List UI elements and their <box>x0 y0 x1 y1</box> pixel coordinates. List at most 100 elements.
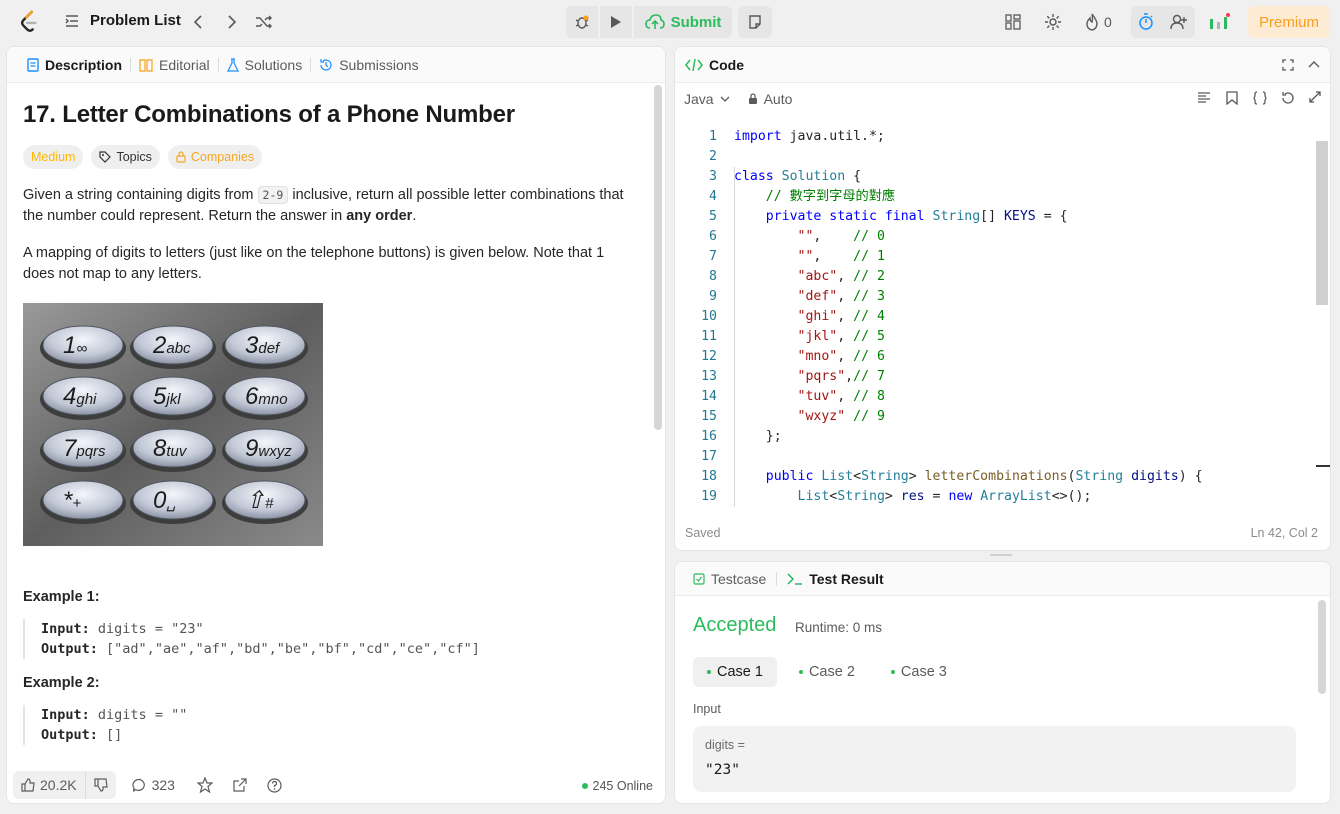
line-number: 5 <box>709 209 717 224</box>
keypad-key: 9wxyz <box>222 428 308 472</box>
maximize-icon[interactable] <box>1282 59 1294 71</box>
code-scrollbar[interactable] <box>1316 141 1328 305</box>
line-number: 17 <box>701 449 717 464</box>
difficulty-badge[interactable]: Medium <box>23 145 84 169</box>
code-editor[interactable]: 1 import java.util.*; 2 3 class Solution {4 … <box>675 121 1315 507</box>
leetcode-logo[interactable] <box>18 10 40 34</box>
tab-testcase[interactable]: Testcase <box>687 562 772 597</box>
prev-problem-button[interactable] <box>188 12 208 32</box>
bookmark-icon[interactable] <box>1226 91 1238 105</box>
keypad-letters: abc <box>166 340 191 357</box>
share-button[interactable] <box>233 778 247 792</box>
like-count: 20.2K <box>40 777 77 793</box>
collapse-icon[interactable] <box>1308 59 1320 71</box>
help-button[interactable] <box>267 777 282 793</box>
code-line: "", // 1 <box>797 249 885 264</box>
random-problem-button[interactable] <box>254 12 274 32</box>
settings-button[interactable] <box>1041 10 1065 34</box>
code-line: }; <box>734 429 782 444</box>
format-icon[interactable] <box>1197 91 1211 105</box>
tab-solutions[interactable]: Solutions <box>219 47 311 83</box>
tab-solutions-label: Solutions <box>244 56 303 73</box>
line-number: 14 <box>701 389 717 404</box>
tab-submissions[interactable]: Submissions <box>311 47 426 83</box>
online-indicator: 245 Online <box>581 779 653 793</box>
description-scrollbar[interactable] <box>654 85 662 430</box>
case-tab-1[interactable]: Case 1 <box>693 657 777 687</box>
line-number: 13 <box>701 369 717 384</box>
test-tabs: Testcase Test Result <box>675 562 1330 596</box>
tab-testcase-label: Testcase <box>711 570 767 587</box>
debug-button[interactable] <box>566 6 598 38</box>
like-button[interactable]: 20.2K <box>13 771 85 799</box>
auto-label: Auto <box>763 91 793 107</box>
fire-icon <box>1086 13 1098 31</box>
expand-icon[interactable] <box>1309 91 1321 103</box>
lock-icon <box>748 93 757 104</box>
dislike-button[interactable] <box>84 771 116 799</box>
keypad-digit: 0 <box>153 487 167 514</box>
code-line: "wxyz" // 9 <box>797 409 885 424</box>
notes-button[interactable] <box>738 6 772 38</box>
external-link-icon <box>233 778 247 792</box>
result-status: Accepted <box>693 614 777 636</box>
topics-label: Topics <box>116 150 152 164</box>
keypad-letters: ghi <box>76 391 97 408</box>
vote-group: 20.2K <box>13 771 116 799</box>
code-line: "ghi", // 4 <box>797 309 885 324</box>
line-number: 6 <box>709 229 717 244</box>
companies-chip[interactable]: Companies <box>167 145 263 169</box>
tab-test-result-label: Test Result <box>809 570 884 587</box>
saved-status: Saved <box>685 526 721 540</box>
tab-description[interactable]: Description <box>19 47 130 83</box>
case-tab-2[interactable]: Case 2 <box>785 657 869 687</box>
cursor-position: Ln 42, Col 2 <box>1250 526 1318 540</box>
invite-button[interactable] <box>1167 10 1191 34</box>
runtime-text: Runtime: 0 ms <box>795 620 883 635</box>
line-number: 10 <box>701 309 717 324</box>
tag-icon <box>99 151 112 163</box>
online-count: 245 Online <box>592 779 653 793</box>
test-scrollbar[interactable] <box>1318 600 1326 694</box>
example-1-title: Example 1: <box>23 589 100 605</box>
keypad-digit: 3 <box>245 332 259 359</box>
favorite-button[interactable] <box>196 777 213 793</box>
comments-button[interactable]: 323 <box>132 777 175 793</box>
layout-button[interactable] <box>1001 10 1025 34</box>
next-problem-button[interactable] <box>222 12 242 32</box>
code-line: "pqrs",// 7 <box>797 369 885 384</box>
topics-chip[interactable]: Topics <box>91 145 160 169</box>
code-header: Code <box>675 47 1330 83</box>
auto-mode[interactable]: Auto <box>748 91 793 107</box>
keypad-key: ⇧# <box>222 480 308 524</box>
premium-button[interactable]: Premium <box>1248 6 1330 38</box>
pass-dot <box>798 670 803 674</box>
bug-icon <box>575 15 589 29</box>
progress-button[interactable] <box>1207 10 1231 34</box>
problem-list-button[interactable]: Problem List <box>64 12 181 29</box>
keypad-key: 7pqrs <box>40 428 126 472</box>
reset-icon[interactable] <box>1281 91 1295 105</box>
streak-button[interactable] <box>1080 10 1104 34</box>
code-line: private static final String[] KEYS = { <box>765 209 1068 224</box>
problem-list-label: Problem List <box>90 12 181 29</box>
code-header-label: Code <box>709 56 744 73</box>
tab-test-result[interactable]: Test Result <box>781 562 889 597</box>
case-tab-3[interactable]: Case 3 <box>877 657 961 687</box>
timer-button[interactable] <box>1134 10 1158 34</box>
resize-handle[interactable] <box>990 554 1012 556</box>
keypad-key: 8tuv <box>130 428 216 472</box>
braces-icon[interactable] <box>1253 91 1267 105</box>
line-number: 12 <box>701 349 717 364</box>
keypad-letters: jkl <box>164 391 181 408</box>
line-number: 7 <box>709 249 717 264</box>
keypad-letters: ␣ <box>166 495 176 512</box>
keypad-key: 0␣ <box>130 480 216 524</box>
submit-button[interactable]: Submit <box>634 6 732 38</box>
run-button[interactable] <box>600 6 632 38</box>
code-line: import java.util.*; <box>734 129 885 144</box>
tab-editorial[interactable]: Editorial <box>131 47 218 83</box>
input-value: digits = "" <box>97 707 188 723</box>
language-select[interactable]: Java <box>684 91 730 107</box>
gear-icon <box>1045 14 1061 30</box>
